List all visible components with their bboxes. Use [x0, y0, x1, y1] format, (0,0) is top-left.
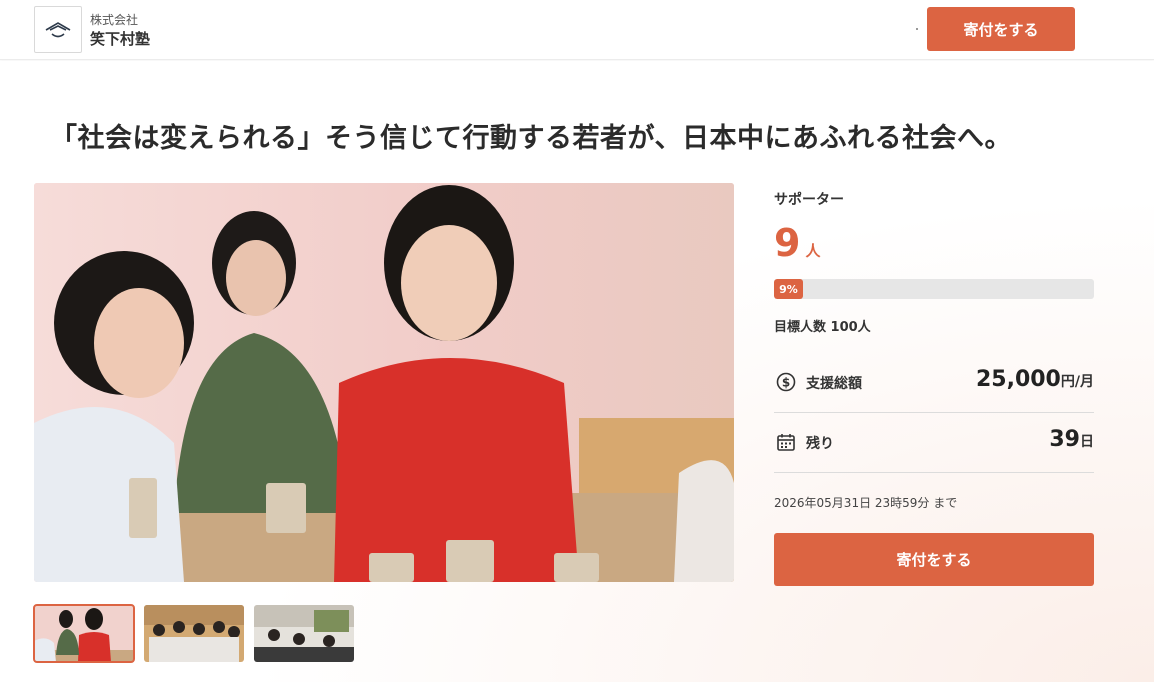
amount-value-group: 25,000 円/月 [976, 367, 1094, 392]
main-photo[interactable] [34, 183, 734, 582]
calendar-icon [777, 434, 795, 451]
amount-unit: 円/月 [1060, 374, 1094, 390]
mountain-logo-icon [45, 21, 71, 37]
org-name[interactable]: 笑下村塾 [90, 28, 150, 49]
org-logo[interactable] [34, 6, 82, 53]
page-title: 「社会は変えられる」そう信じて行動する若者が、日本中にあふれる社会へ。 [50, 123, 1012, 154]
progress-bar: 9% [774, 279, 1094, 299]
svg-text:$: $ [782, 375, 790, 389]
thumbnail-3-image [254, 605, 354, 662]
remaining-unit: 日 [1080, 434, 1094, 450]
thumbnail-1[interactable] [33, 604, 135, 663]
dollar-circle-icon: $ [776, 372, 796, 392]
supporters-label: サポーター [774, 192, 844, 208]
supporters-unit: 人 [805, 242, 821, 260]
org-type: 株式会社 [90, 13, 139, 27]
photo-illustration [34, 183, 734, 582]
deadline-text: 2026年05月31日 23時59分 まで [774, 496, 958, 510]
remaining-value-group: 39 日 [1049, 427, 1094, 452]
divider-dot [916, 28, 918, 30]
goal-text: 目標人数 100人 [774, 320, 871, 335]
thumbnail-3[interactable] [254, 605, 354, 662]
amount-value: 25,000 [975, 367, 1061, 392]
thumbnail-1-image [34, 605, 134, 662]
donate-button[interactable]: 寄付をする [774, 533, 1094, 586]
header-donate-button[interactable]: 寄付をする [927, 7, 1075, 51]
progress-fill: 9% [774, 279, 803, 299]
supporters-count: 9 [774, 221, 801, 265]
remaining-label: 残り [806, 436, 834, 452]
remaining-row: 残り 39 日 [774, 413, 1094, 473]
thumbnail-2[interactable] [144, 605, 244, 662]
site-header: 株式会社 笑下村塾 寄付をする [0, 0, 1154, 60]
amount-label: 支援総額 [806, 376, 862, 392]
thumbnail-2-image [144, 605, 244, 662]
amount-row: $ 支援総額 25,000 円/月 [774, 353, 1094, 413]
remaining-value: 39 [1049, 427, 1080, 452]
supporters-count-row: 9 人 [774, 222, 820, 264]
